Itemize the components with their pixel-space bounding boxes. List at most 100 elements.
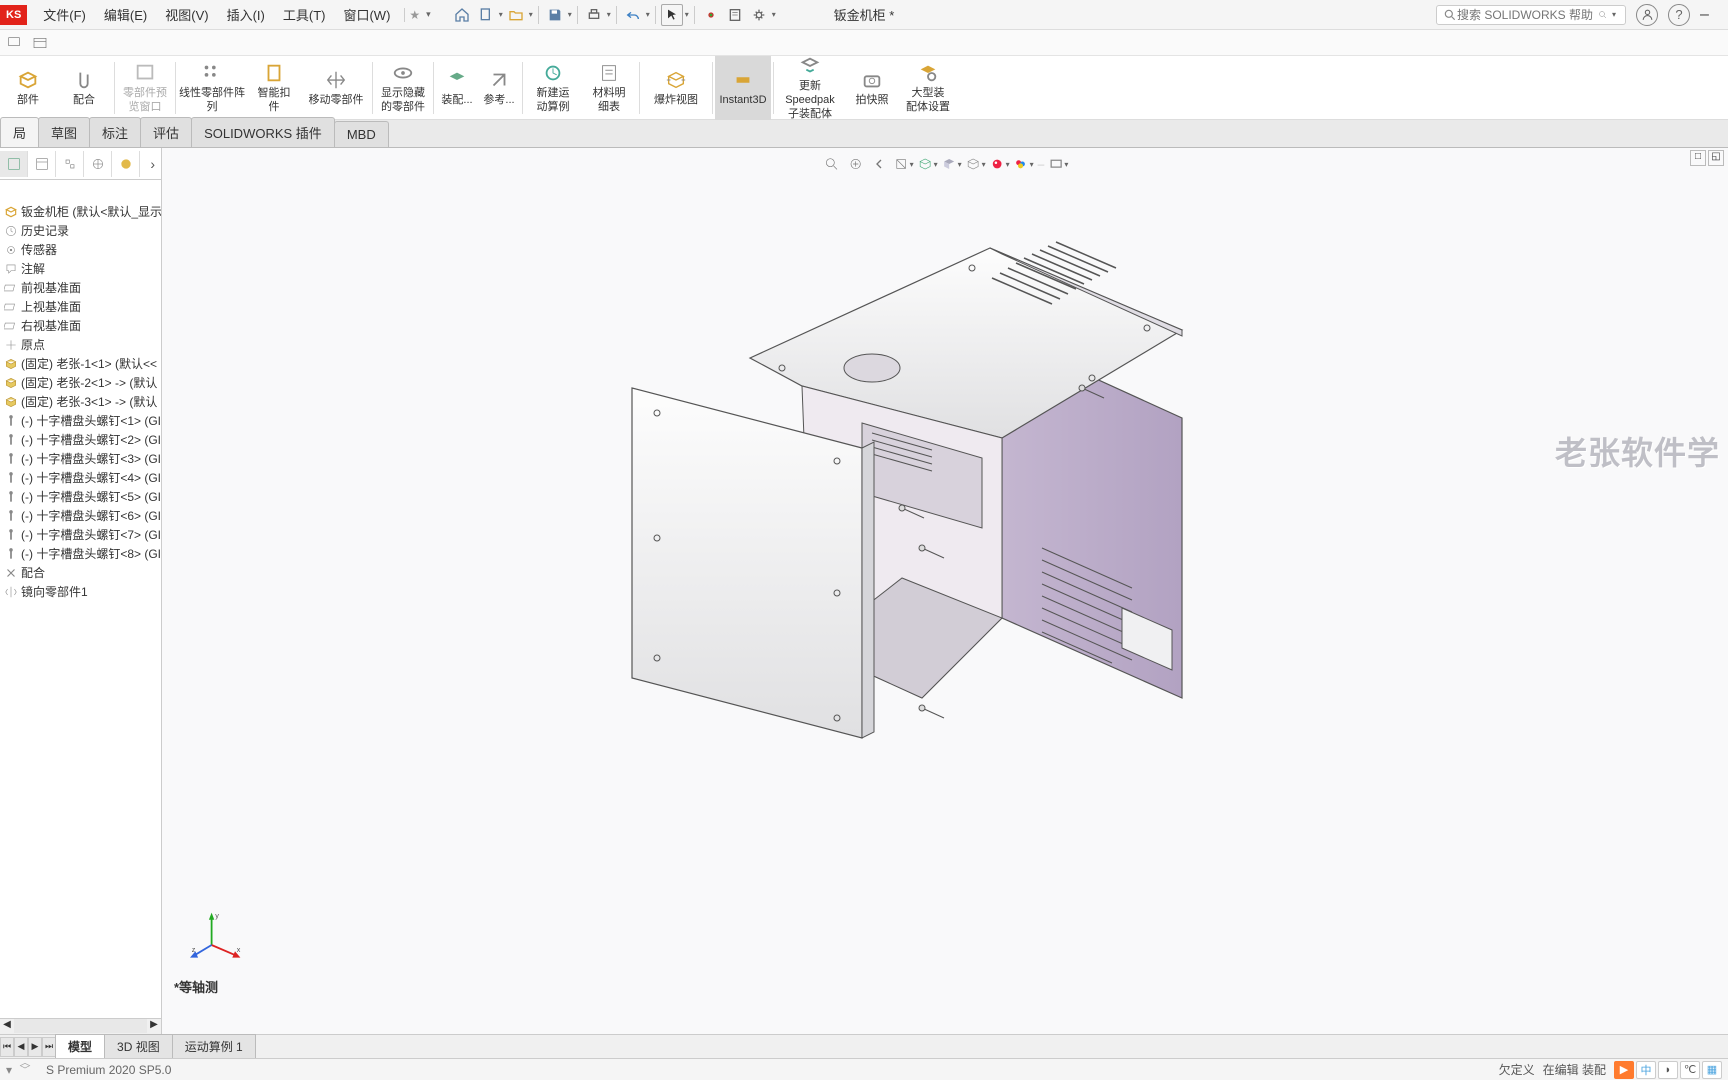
hud-scene-icon[interactable] — [1014, 154, 1034, 174]
ribbon-explode-button[interactable]: 爆炸视图 — [642, 56, 710, 120]
tree-node[interactable]: 注解 — [0, 259, 161, 278]
subbar-icon-2[interactable] — [30, 33, 50, 53]
search-box[interactable]: ▾ — [1436, 5, 1626, 25]
bottom-tab-motion[interactable]: 运动算例 1 — [172, 1034, 256, 1059]
hud-zoomfit-icon[interactable] — [846, 154, 866, 174]
tree-node[interactable]: (-) 十字槽盘头螺钉<7> (GI — [0, 525, 161, 544]
ribbon-motion-button[interactable]: 新建运 动算例 — [525, 56, 581, 120]
panel-tab-property[interactable] — [28, 151, 56, 177]
menu-view[interactable]: 视图(V) — [159, 1, 214, 28]
ribbon-asm-button[interactable]: 装配... — [436, 56, 478, 120]
save-icon[interactable] — [544, 4, 566, 26]
undo-icon[interactable] — [622, 4, 644, 26]
tray-icon-1[interactable]: ▶ — [1614, 1061, 1634, 1079]
hud-render-icon[interactable] — [1048, 154, 1068, 174]
settings-icon[interactable] — [748, 4, 770, 26]
tree-node[interactable]: (固定) 老张-2<1> -> (默认 — [0, 373, 161, 392]
panel-tab-feature[interactable] — [0, 151, 28, 177]
subbar-icon-1[interactable] — [4, 33, 24, 53]
panel-tab-more[interactable]: › — [144, 156, 161, 172]
select-icon[interactable] — [661, 4, 683, 26]
ribbon-move-button[interactable]: 移动零部件 — [302, 56, 370, 120]
ribbon-cam-button[interactable]: 拍快照 — [844, 56, 900, 120]
ribbon-speed-button[interactable]: 更新 Speedpak 子装配体 — [776, 56, 844, 120]
tab-next-icon[interactable]: ▶ — [28, 1037, 42, 1057]
hud-section-icon[interactable] — [894, 154, 914, 174]
tab-addins[interactable]: SOLIDWORKS 插件 — [191, 117, 335, 147]
tree-node[interactable]: (-) 十字槽盘头螺钉<3> (GI — [0, 449, 161, 468]
ribbon-eye-button[interactable]: 显示隐藏 的零部件 — [375, 56, 431, 120]
ribbon-array-button[interactable]: 线性零部件阵列 — [178, 56, 246, 120]
hud-appearance-icon[interactable] — [990, 154, 1010, 174]
graphics-viewport[interactable]: – — [162, 148, 1728, 1034]
viewport-max-icon[interactable]: □ — [1690, 150, 1706, 166]
ribbon-smart-button[interactable]: 智能扣 件 — [246, 56, 302, 120]
tree-node[interactable]: (-) 十字槽盘头螺钉<2> (GI — [0, 430, 161, 449]
minimize-button[interactable]: – — [1700, 6, 1718, 24]
tab-evaluate[interactable]: 评估 — [140, 117, 192, 147]
hud-view-orient-icon[interactable] — [918, 154, 938, 174]
tree-node[interactable]: 历史记录 — [0, 221, 161, 240]
rebuild-icon[interactable] — [700, 4, 722, 26]
ribbon-clip-button[interactable]: 配合 — [56, 56, 112, 120]
viewport-restore-icon[interactable]: ◱ — [1708, 150, 1724, 166]
tree-node[interactable]: 右视基准面 — [0, 316, 161, 335]
open-icon[interactable] — [505, 4, 527, 26]
new-icon[interactable] — [475, 4, 497, 26]
tree-node[interactable]: (固定) 老张-1<1> (默认<< — [0, 354, 161, 373]
tab-prev-icon[interactable]: ◀ — [14, 1037, 28, 1057]
tree-node[interactable]: (-) 十字槽盘头螺钉<5> (GI — [0, 487, 161, 506]
tab-last-icon[interactable]: ⏭ — [42, 1037, 56, 1057]
search-dropdown-icon[interactable] — [1597, 9, 1609, 21]
ribbon-win-button[interactable]: 零部件预 览窗口 — [117, 56, 173, 120]
print-icon[interactable] — [583, 4, 605, 26]
search-input[interactable] — [1457, 8, 1597, 22]
tray-icon-3[interactable]: ◗ — [1658, 1061, 1678, 1079]
ribbon-large-button[interactable]: 大型装 配体设置 — [900, 56, 956, 120]
hud-display-icon[interactable] — [942, 154, 962, 174]
tree-node[interactable]: 原点 — [0, 335, 161, 354]
panel-tab-dimexpert[interactable] — [84, 151, 112, 177]
tree-node[interactable]: (固定) 老张-3<1> -> (默认 — [0, 392, 161, 411]
ribbon-ref-button[interactable]: 参考... — [478, 56, 520, 120]
tree-node[interactable]: 钣金机柜 (默认<默认_显示状 — [0, 202, 161, 221]
panel-tab-config[interactable] — [56, 151, 84, 177]
tree-node[interactable]: 镜向零部件1 — [0, 582, 161, 601]
tree-node[interactable]: (-) 十字槽盘头螺钉<6> (GI — [0, 506, 161, 525]
home-icon[interactable] — [451, 4, 473, 26]
help-icon[interactable]: ? — [1668, 4, 1690, 26]
tab-layout[interactable]: 局 — [0, 117, 39, 147]
ribbon-instant-button[interactable]: Instant3D — [715, 56, 771, 120]
tray-icon-4[interactable]: ℃ — [1680, 1061, 1700, 1079]
tree-node[interactable]: (-) 十字槽盘头螺钉<4> (GI — [0, 468, 161, 487]
tree-node[interactable]: 传感器 — [0, 240, 161, 259]
tree-node[interactable]: 上视基准面 — [0, 297, 161, 316]
feature-tree[interactable]: 钣金机柜 (默认<默认_显示状历史记录传感器注解前视基准面上视基准面右视基准面原… — [0, 198, 161, 1018]
menu-window[interactable]: 窗口(W) — [337, 1, 396, 28]
menu-file[interactable]: 文件(F) — [37, 1, 92, 28]
menu-insert[interactable]: 插入(I) — [221, 1, 271, 28]
tree-node[interactable]: (-) 十字槽盘头螺钉<8> (GI — [0, 544, 161, 563]
star-icon[interactable]: ★ — [404, 8, 424, 22]
status-icon-2[interactable] — [18, 1061, 32, 1078]
tab-first-icon[interactable]: ⏮ — [0, 1037, 14, 1057]
hud-zoom-icon[interactable] — [822, 154, 842, 174]
side-scrollbar[interactable]: ◀ ▶ — [0, 1018, 161, 1034]
tab-mbd[interactable]: MBD — [334, 121, 389, 147]
tree-node[interactable]: 前视基准面 — [0, 278, 161, 297]
tree-node[interactable]: (-) 十字槽盘头螺钉<1> (GI — [0, 411, 161, 430]
menu-edit[interactable]: 编辑(E) — [98, 1, 153, 28]
hud-prev-icon[interactable] — [870, 154, 890, 174]
tree-node[interactable]: 配合 — [0, 563, 161, 582]
status-icon-1[interactable]: ▾ — [6, 1063, 12, 1077]
tab-annotate[interactable]: 标注 — [89, 117, 141, 147]
tray-icon-2[interactable]: 中 — [1636, 1061, 1656, 1079]
menu-tools[interactable]: 工具(T) — [277, 1, 332, 28]
hud-hide-icon[interactable] — [966, 154, 986, 174]
bottom-tab-model[interactable]: 模型 — [55, 1034, 105, 1059]
ribbon-bom-button[interactable]: 材料明 细表 — [581, 56, 637, 120]
user-icon[interactable] — [1636, 4, 1658, 26]
tray-icon-5[interactable]: ▦ — [1702, 1061, 1722, 1079]
tab-sketch[interactable]: 草图 — [38, 117, 90, 147]
options-icon[interactable] — [724, 4, 746, 26]
